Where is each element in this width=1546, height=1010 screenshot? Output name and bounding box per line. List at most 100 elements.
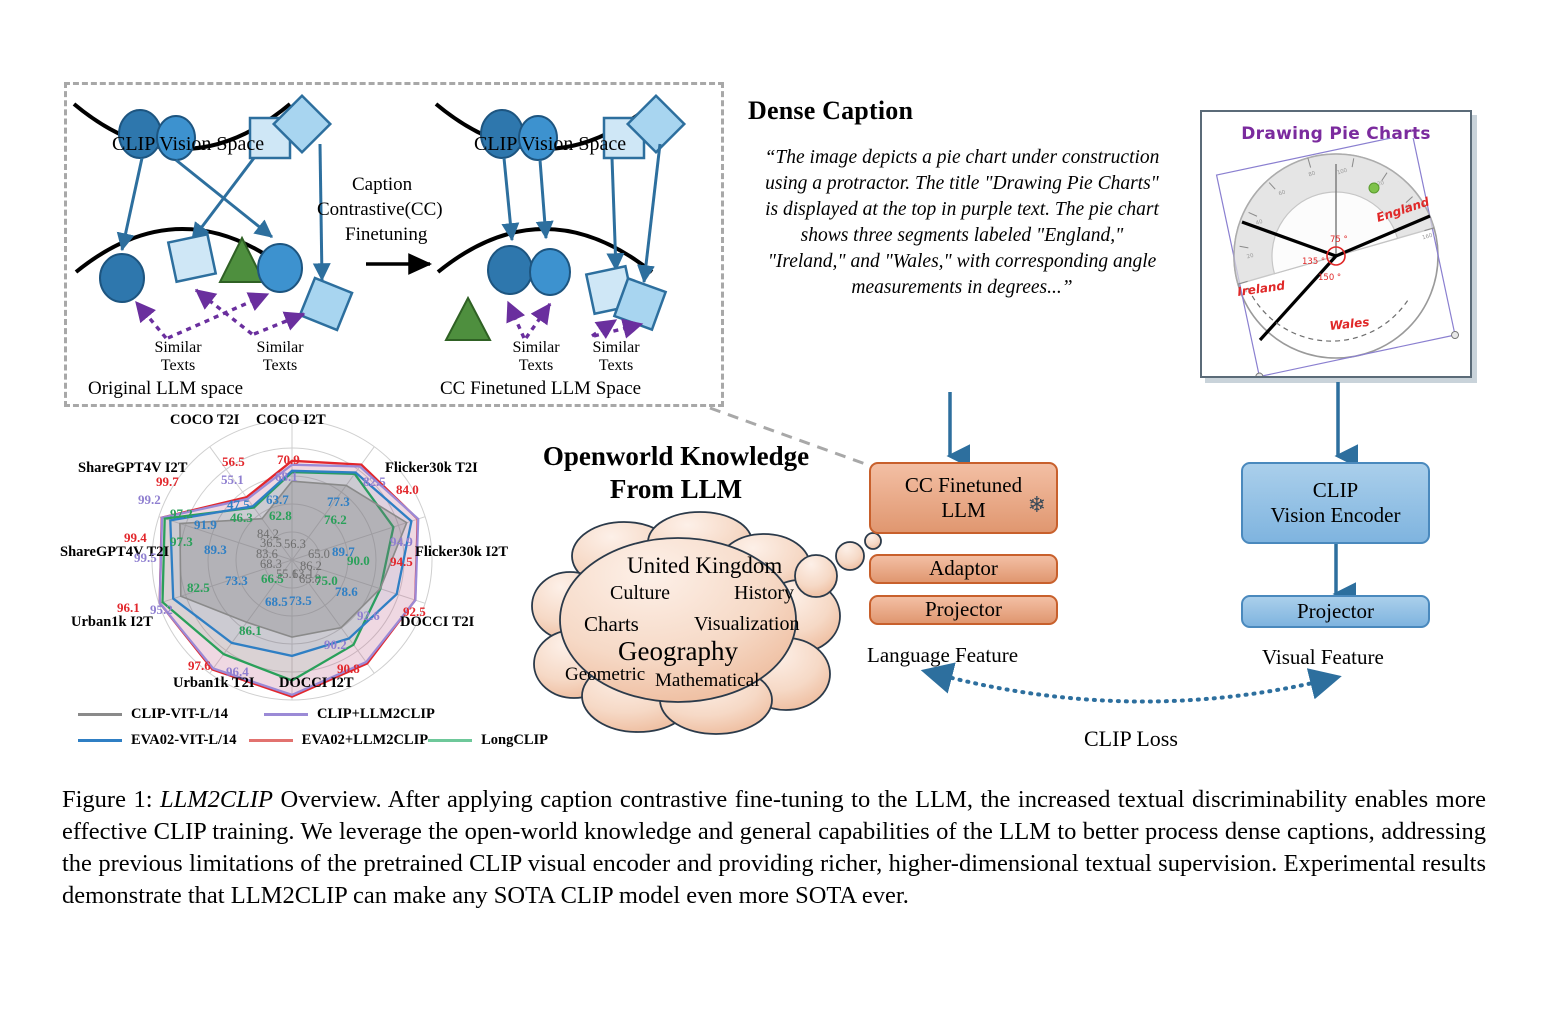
legend-swatch-clip-vit — [78, 713, 122, 716]
cc-finetuned-llm-block[interactable]: CC Finetuned LLM ❄ — [869, 462, 1058, 534]
val-sharegpt4v-t2i-red: 99.4 — [124, 530, 147, 545]
val-sharegpt4v-i2t-purple: 99.2 — [138, 492, 161, 507]
legend-item-clip-llm2clip[interactable]: CLIP+LLM2CLIP — [264, 706, 435, 723]
language-projector-block[interactable]: Projector — [869, 595, 1058, 625]
cc-finetuned-llm-line2: LLM — [941, 498, 986, 522]
cc-finetuned-llm-space-label: CC Finetuned LLM Space — [440, 378, 642, 399]
radar-axis-docci-i2t: DOCCI I2T — [279, 675, 354, 691]
val-coco-t2i-purple: 55.1 — [221, 472, 244, 487]
svg-text:150 °: 150 ° — [1318, 273, 1341, 283]
caption-finetune-line2: Contrastive(CC) — [317, 199, 443, 220]
left-clip-vision-space-label: CLIP Vision Space — [112, 133, 265, 155]
legend-row-2: EVA02-VIT-L/14 EVA02+LLM2CLIP LongCLIP — [78, 732, 548, 749]
val-coco-i2t-red: 70.9 — [277, 452, 300, 467]
val-sharegpt4v-i2t-blue: 91.9 — [194, 517, 217, 532]
radar-axis-flicker30k-t2i: Flicker30k T2I — [385, 460, 478, 476]
pie-chart-example-image: Drawing Pie Charts 0 20 40 60 80 100 120… — [1200, 110, 1472, 378]
cloud-word-visualization: Visualization — [694, 613, 800, 635]
cloud-word-geography: Geography — [618, 636, 738, 666]
val-sharegpt4v-i2t-green: 97.2 — [170, 506, 193, 521]
clip-loss-label: CLIP Loss — [1084, 726, 1178, 751]
val-urban1k-t2i-purple: 96.4 — [226, 664, 249, 679]
val-flicker30k-t2i-purple: 82.5 — [363, 474, 386, 489]
legend-label-eva02-llm2clip: EVA02+LLM2CLIP — [301, 732, 429, 748]
figure-caption-prefix: Figure 1: — [62, 786, 161, 813]
legend-item-longclip[interactable]: LongCLIP — [428, 732, 548, 749]
cloud-word-mathematical: Mathematical — [655, 670, 760, 691]
figure-caption: Figure 1: LLM2CLIP Overview. After apply… — [62, 784, 1486, 911]
right-similar-texts-2: Similar Texts — [592, 339, 640, 375]
radar-axis-flicker30k-i2t: Flicker30k I2T — [415, 544, 509, 560]
radar-axis-coco-i2t: COCO I2T — [256, 412, 326, 428]
val-sharegpt4v-i2t-red: 99.7 — [156, 474, 179, 489]
legend-item-eva02-vit[interactable]: EVA02-VIT-L/14 — [78, 732, 249, 749]
val-docci-i2t-red: 90.8 — [337, 661, 360, 676]
clip-vision-encoder-label: CLIP Vision Encoder — [1271, 478, 1401, 528]
pie-card-drawing: 02040 6080 100 120140160 England Ireland … — [1215, 138, 1460, 376]
original-llm-space-label: Original LLM space — [88, 378, 244, 399]
snowflake-icon: ❄ — [1027, 492, 1046, 517]
caption-finetune-line1: Caption — [352, 174, 413, 195]
right-similar-texts-1: Similar Texts — [512, 339, 560, 375]
val-coco-i2t-blue: 63.7 — [266, 492, 289, 507]
val-docci-t2i-red: 92.5 — [403, 604, 426, 619]
caption-finetune-line3: Finetuning — [345, 224, 428, 245]
val-coco-t2i-green: 46.3 — [230, 510, 253, 525]
val-sharegpt4v-t2i-blue: 89.3 — [204, 542, 227, 557]
legend-swatch-eva02-llm2clip — [248, 739, 293, 742]
cloud-word-charts: Charts — [584, 612, 639, 636]
val-docci-i2t-purple: 90.2 — [324, 637, 347, 652]
val-docci-t2i-blue: 78.6 — [335, 584, 358, 599]
val-urban1k-i2t-purple: 95.2 — [150, 602, 173, 617]
svg-text:135 °: 135 ° — [1302, 257, 1325, 267]
val-flicker30k-i2t-purple: 94.9 — [390, 534, 413, 549]
val-sharegpt4v-t2i-green: 97.3 — [170, 534, 193, 549]
cloud-word-history: History — [734, 582, 794, 604]
svg-text:160: 160 — [1422, 233, 1434, 242]
clip-vision-encoder-block[interactable]: CLIP Vision Encoder — [1241, 462, 1430, 544]
figure-caption-italic: LLM2CLIP — [160, 786, 274, 813]
legend-item-eva02-llm2clip[interactable]: EVA02+LLM2CLIP — [248, 732, 429, 749]
val-urban1k-t2i-red: 97.6 — [188, 658, 211, 673]
legend-label-longclip: LongCLIP — [481, 732, 548, 748]
svg-text:Wales: Wales — [1329, 315, 1370, 333]
val-flicker30k-t2i-blue: 77.3 — [327, 494, 350, 509]
legend-label-clip-llm2clip: CLIP+LLM2CLIP — [317, 706, 435, 722]
radar-axis-coco-t2i: COCO T2I — [170, 412, 240, 428]
clip-vision-encoder-line2: Vision Encoder — [1270, 503, 1401, 527]
openworld-title-line2: From LLM — [609, 473, 743, 504]
language-adaptor-block[interactable]: Adaptor — [869, 554, 1058, 584]
val-flicker30k-t2i-red: 84.0 — [396, 482, 419, 497]
radar-legend: CLIP-VIT-L/14 CLIP+LLM2CLIP EVA02-VIT-L/… — [78, 706, 548, 758]
legend-label-clip-vit: CLIP-VIT-L/14 — [131, 706, 228, 722]
val-urban1k-t2i-green: 86.1 — [239, 623, 262, 638]
val-coco-t2i-red: 56.5 — [222, 454, 245, 469]
openworld-knowledge-title: Openworld Knowledge From LLM — [506, 440, 846, 506]
legend-item-clip-vit[interactable]: CLIP-VIT-L/14 — [78, 706, 264, 723]
legend-swatch-eva02-vit — [78, 739, 122, 742]
cloud-word-geometric: Geometric — [565, 664, 646, 685]
left-similar-texts-1: Similar Texts — [154, 339, 202, 375]
figure-caption-rest: Overview. After applying caption contras… — [62, 786, 1486, 909]
val-coco-i2t-gray: 56.3 — [284, 537, 306, 551]
clip-vision-encoder-line1: CLIP — [1312, 477, 1359, 502]
val-flicker30k-i2t-red: 94.5 — [390, 554, 413, 569]
cc-finetuned-llm-label: CC Finetuned LLM — [905, 473, 1022, 523]
val-sharegpt4v-t2i-purple: 99.5 — [134, 550, 157, 565]
svg-text:75 °: 75 ° — [1330, 235, 1348, 245]
radar-axis-urban1k-i2t: Urban1k I2T — [71, 614, 153, 630]
val-urban1k-i2t-green: 82.5 — [187, 580, 210, 595]
val-docci-i2t-green: 75.0 — [315, 573, 338, 588]
val-docci-t2i-purple: 92.6 — [357, 608, 380, 623]
val-urban1k-i2t-red: 96.1 — [117, 600, 140, 615]
val-sharegpt4v-i2t-gray: 84.2 — [257, 527, 279, 541]
val-sharegpt4v-t2i-gray: 83.6 — [256, 547, 278, 561]
openworld-title-line1: Openworld Knowledge — [542, 441, 810, 471]
left-similar-texts-2: Similar Texts — [256, 339, 304, 375]
val-flicker30k-i2t-green: 90.0 — [347, 553, 370, 568]
right-clip-vision-space-label: CLIP Vision Space — [474, 133, 627, 155]
val-docci-i2t-blue: 73.5 — [289, 593, 312, 608]
caption-to-llm-arrow — [946, 392, 970, 468]
image-to-vision-encoder-arrow — [1334, 382, 1358, 468]
vision-projector-block[interactable]: Projector — [1241, 595, 1430, 628]
